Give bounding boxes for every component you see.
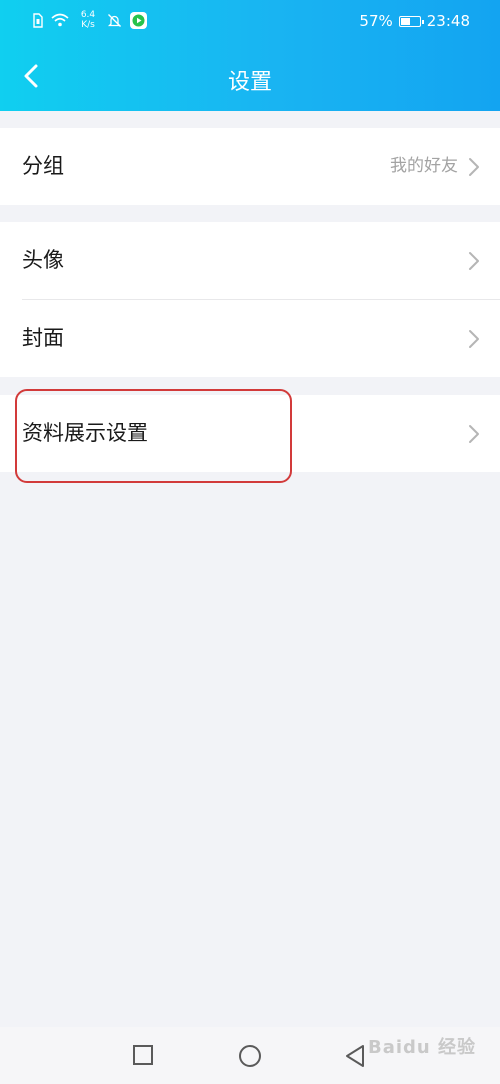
net-speed: 6.4 K/s (77, 10, 99, 30)
chevron-right-icon (469, 330, 479, 348)
clock: 23:48 (426, 12, 470, 30)
group-value: 我的好友 (390, 156, 458, 176)
highlight-annotation (15, 389, 292, 483)
cover-label: 封面 (22, 326, 64, 350)
status-bar: 6.4 K/s 57% 23:48 (0, 0, 500, 42)
status-icons-left: 6.4 K/s (32, 10, 147, 30)
sim-icon (33, 12, 43, 28)
page-title: 设置 (227, 70, 272, 95)
group-row[interactable]: 分组 我的好友 (0, 128, 500, 205)
status-icons-right: 57% 23:48 (359, 12, 470, 30)
settings-group-1: 分组 我的好友 (0, 128, 500, 205)
header-bar: 6.4 K/s 57% 23:48 设置 (0, 0, 500, 111)
avatar-label: 头像 (22, 248, 64, 272)
recent-apps-icon[interactable] (132, 1044, 154, 1066)
watermark: Baidu 经验 (367, 1037, 476, 1058)
group-label: 分组 (22, 154, 64, 178)
nav-bar: 设置 (0, 42, 500, 111)
avatar-row[interactable]: 头像 (0, 222, 500, 299)
chevron-right-icon (469, 425, 479, 443)
net-speed-unit: K/s (81, 20, 95, 30)
battery-percent: 57% (359, 12, 393, 30)
home-icon[interactable] (238, 1044, 262, 1068)
cover-row[interactable]: 封面 (0, 300, 500, 377)
mute-icon (107, 13, 122, 27)
net-speed-value: 6.4 (80, 10, 96, 20)
settings-group-2: 头像 封面 (0, 222, 500, 377)
chevron-right-icon (469, 158, 479, 176)
wifi-icon (51, 13, 69, 27)
battery-icon (398, 15, 424, 27)
chevron-right-icon (469, 252, 479, 270)
app-notification-icon (130, 11, 147, 29)
back-triangle-icon[interactable] (344, 1044, 366, 1068)
battery-fill (400, 17, 411, 25)
